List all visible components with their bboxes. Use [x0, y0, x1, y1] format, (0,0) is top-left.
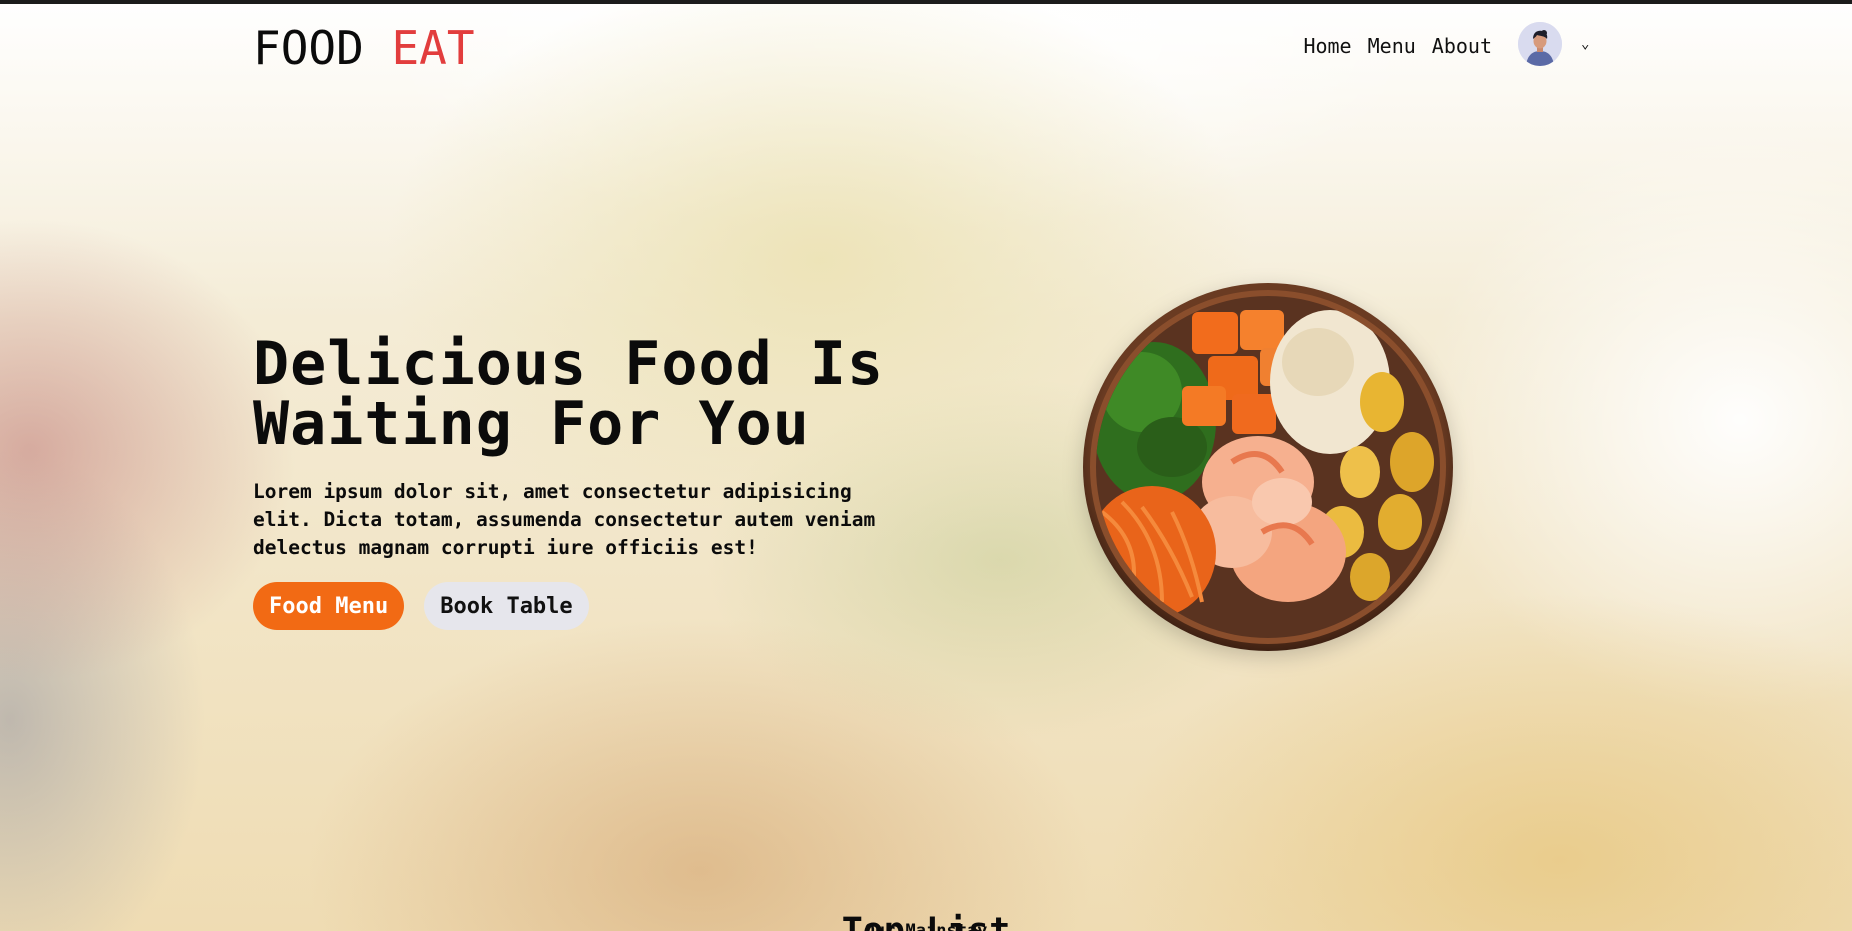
hero-buttons: Food Menu Book Table [253, 582, 953, 630]
poke-bowl-image [1083, 283, 1453, 651]
nav-links: Home Menu About [1303, 32, 1492, 60]
nav-link-home[interactable]: Home [1303, 32, 1351, 60]
top-border [0, 0, 1852, 4]
hero-description: Lorem ipsum dolor sit, amet consectetur … [253, 480, 876, 559]
brand-part-eat: EAT [391, 21, 475, 75]
section-subtitle: Our Mainstay [864, 921, 988, 931]
brand-part-food: FOOD [253, 21, 364, 75]
brand-logo[interactable]: FOOD EAT [253, 20, 475, 76]
avatar-illustration [1518, 22, 1562, 66]
user-avatar-icon[interactable] [1518, 22, 1562, 66]
hero-title: Delicious Food Is Waiting For You [253, 334, 953, 454]
hero-text: Delicious Food Is Waiting For You Lorem … [253, 334, 953, 630]
hero-title-line-2: Waiting For You [253, 389, 810, 459]
nav-link-menu[interactable]: Menu [1368, 32, 1416, 60]
navbar: FOOD EAT Home Menu About ⌄ [0, 4, 1852, 84]
nav-link-about[interactable]: About [1432, 32, 1492, 60]
food-menu-button[interactable]: Food Menu [253, 582, 405, 630]
chevron-down-icon[interactable]: ⌄ [1581, 32, 1589, 56]
book-table-button[interactable]: Book Table [424, 582, 589, 630]
